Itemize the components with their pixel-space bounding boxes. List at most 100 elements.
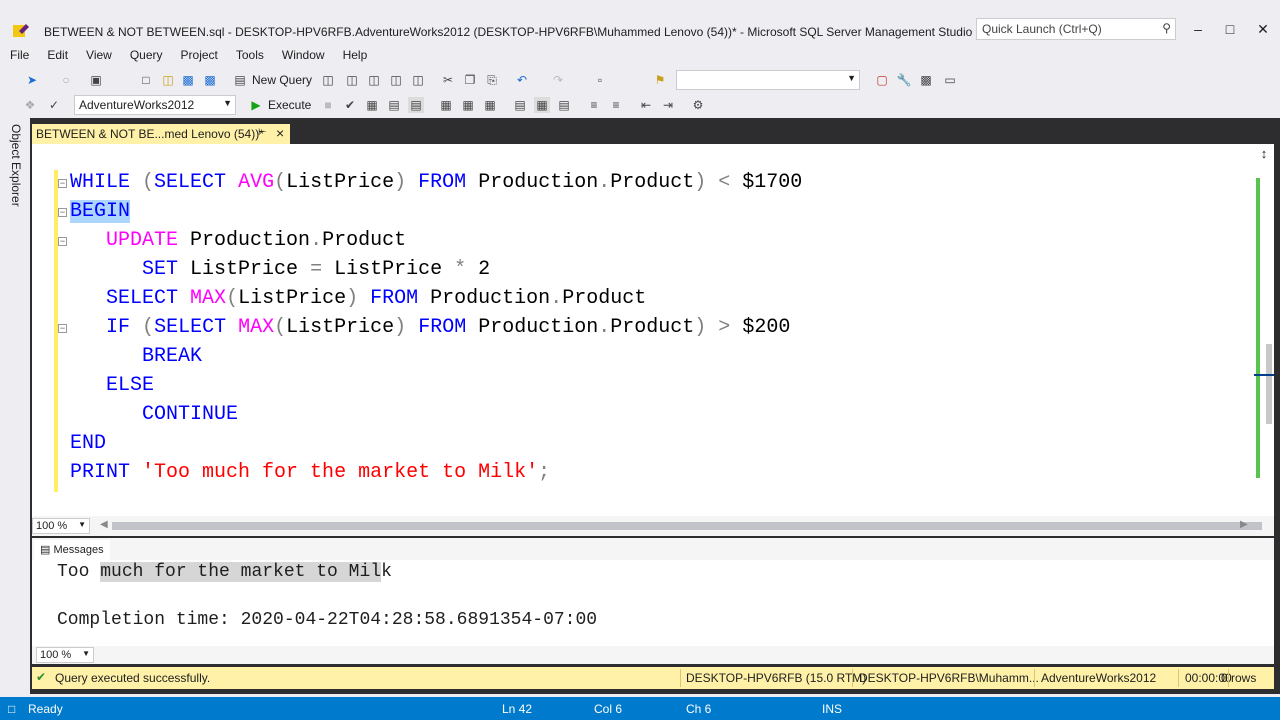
find-combo[interactable]: ▼ [676, 70, 860, 90]
parse-icon[interactable]: ✔ [342, 97, 358, 113]
operator: ( [226, 287, 239, 310]
minimize-button[interactable]: – [1187, 20, 1209, 38]
operator: . [310, 229, 323, 252]
code-line: BREAK [70, 344, 202, 370]
save-icon[interactable]: ▩ [180, 72, 196, 88]
keyword: UPDATE [106, 229, 179, 252]
divider [1034, 669, 1035, 687]
find-icon[interactable]: ⚑ [652, 72, 668, 88]
query-options-icon[interactable]: ▤ [386, 97, 402, 113]
keyword: FROM [418, 171, 467, 194]
menu-bar: File Edit View Query Project Tools Window Help [0, 46, 1280, 66]
keyword: ELSE [106, 374, 155, 397]
messages-vertical-scrollbar[interactable] [1254, 560, 1274, 646]
execute-icon[interactable]: ▶ [248, 97, 264, 113]
open-folder-icon[interactable]: ◫ [160, 72, 176, 88]
menu-query[interactable]: Query [130, 46, 163, 64]
execute-button[interactable]: Execute [268, 98, 311, 112]
standard-toolbar: ➤ ○ ▣ □ ◫ ▩ ▩ ▤ New Query ◫ ◫ ◫ ◫ ◫ ✂ ❐ … [0, 68, 1280, 92]
save-all-icon[interactable]: ▩ [202, 72, 218, 88]
fold-toggle-icon[interactable]: − [58, 324, 67, 333]
dmx-query-icon[interactable]: ◫ [366, 72, 382, 88]
scrollbar-thumb[interactable] [1266, 344, 1272, 424]
code-editor[interactable]: − − − − WHILE (SELECT AVG(ListPrice) FRO… [32, 144, 1274, 516]
comment-icon[interactable]: ≡ [586, 97, 602, 113]
redo-icon[interactable]: ↷ [550, 72, 566, 88]
pin-icon[interactable]: ⊢ [258, 127, 267, 138]
editor-zoom-select[interactable]: 100 % ▼ [32, 518, 90, 534]
menu-edit[interactable]: Edit [47, 46, 68, 64]
cancel-query-icon[interactable]: ■ [320, 97, 336, 113]
quick-launch-input[interactable]: Quick Launch (Ctrl+Q) ⚲ [976, 18, 1176, 40]
message-line: Too much for the market to Milk [57, 562, 392, 582]
scroll-right-icon[interactable]: ▶ [1240, 519, 1248, 530]
activity-monitor-icon[interactable]: ▢ [874, 72, 890, 88]
database-select-value: AdventureWorks2012 [79, 98, 195, 112]
intellisense-icon[interactable]: ▤ [408, 97, 424, 113]
connect-icon[interactable]: ❖ [22, 97, 38, 113]
cut-icon[interactable]: ✂ [440, 72, 456, 88]
messages-bottom-bar: 100 % ▼ [32, 646, 1274, 664]
change-overview-bar [1256, 178, 1260, 478]
operator: ) [694, 171, 707, 194]
database-engine-query-icon[interactable]: ◫ [320, 72, 336, 88]
editor-horizontal-scrollbar[interactable] [112, 522, 1262, 530]
split-editor-icon[interactable]: ↕ [1256, 146, 1272, 162]
caret-position-marker [1254, 374, 1274, 376]
xmla-query-icon[interactable]: ◫ [388, 72, 404, 88]
menu-project[interactable]: Project [181, 46, 218, 64]
message-text: k [381, 562, 392, 582]
results-to-grid-icon[interactable]: ▦ [534, 97, 550, 113]
results-to-text-icon[interactable]: ▤ [512, 97, 528, 113]
change-connection-icon[interactable]: ✓ [46, 97, 62, 113]
toolbox-icon[interactable]: ▩ [918, 72, 934, 88]
document-tab[interactable]: BETWEEN & NOT BE...med Lenovo (54))* ⊢ × [32, 124, 290, 144]
back-icon[interactable]: ➤ [24, 72, 40, 88]
include-plan-icon[interactable]: ▦ [438, 97, 454, 113]
database-select[interactable]: AdventureWorks2012 ▼ [74, 95, 236, 115]
forward-icon[interactable]: ○ [58, 72, 74, 88]
dax-query-icon[interactable]: ◫ [410, 72, 426, 88]
mdx-query-icon[interactable]: ◫ [344, 72, 360, 88]
windows-icon[interactable]: ▭ [942, 72, 958, 88]
fold-toggle-icon[interactable]: − [58, 179, 67, 188]
menu-window[interactable]: Window [282, 46, 325, 64]
navigate-icon[interactable]: ▫ [592, 72, 608, 88]
undo-icon[interactable]: ↶ [514, 72, 530, 88]
messages-pane[interactable]: Too much for the market to Milk Completi… [32, 560, 1254, 646]
estimated-plan-icon[interactable]: ▦ [364, 97, 380, 113]
maximize-button[interactable]: □ [1219, 20, 1241, 38]
menu-view[interactable]: View [86, 46, 112, 64]
add-item-icon[interactable]: □ [138, 72, 154, 88]
uncomment-icon[interactable]: ≡ [608, 97, 624, 113]
close-button[interactable]: ✕ [1252, 20, 1274, 38]
close-tab-icon[interactable]: × [276, 125, 284, 141]
query-status-bar: ✔ Query executed successfully. DESKTOP-H… [32, 667, 1274, 689]
live-stats-icon[interactable]: ▦ [460, 97, 476, 113]
messages-tab[interactable]: ▤ Messages [34, 540, 110, 560]
menu-help[interactable]: Help [343, 46, 368, 64]
operator: > [718, 316, 731, 339]
scroll-left-icon[interactable]: ◀ [100, 519, 108, 530]
editor-vertical-scrollbar[interactable]: ↕ [1254, 144, 1274, 516]
properties-icon[interactable]: 🔧 [896, 72, 912, 88]
client-stats-icon[interactable]: ▦ [482, 97, 498, 113]
new-query-icon[interactable]: ▤ [232, 72, 248, 88]
fold-toggle-icon[interactable]: − [58, 208, 67, 217]
new-project-icon[interactable]: ▣ [88, 72, 104, 88]
increase-indent-icon[interactable]: ⇥ [660, 97, 676, 113]
menu-file[interactable]: File [10, 46, 29, 64]
results-to-file-icon[interactable]: ▤ [556, 97, 572, 113]
decrease-indent-icon[interactable]: ⇤ [638, 97, 654, 113]
editor-bottom-bar: 100 % ▼ ◀ ▶ [32, 516, 1274, 536]
new-query-button[interactable]: New Query [252, 73, 312, 87]
fold-toggle-icon[interactable]: − [58, 237, 67, 246]
ssms-app-icon [13, 24, 29, 37]
menu-tools[interactable]: Tools [236, 46, 264, 64]
messages-zoom-select[interactable]: 100 % ▼ [36, 647, 94, 663]
specify-values-icon[interactable]: ⚙ [690, 97, 706, 113]
copy-icon[interactable]: ❐ [462, 72, 478, 88]
object-explorer-tab[interactable]: Object Explorer [9, 124, 23, 207]
code-line: WHILE (SELECT AVG(ListPrice) FROM Produc… [70, 171, 803, 194]
paste-icon[interactable]: ⎘ [484, 72, 500, 88]
